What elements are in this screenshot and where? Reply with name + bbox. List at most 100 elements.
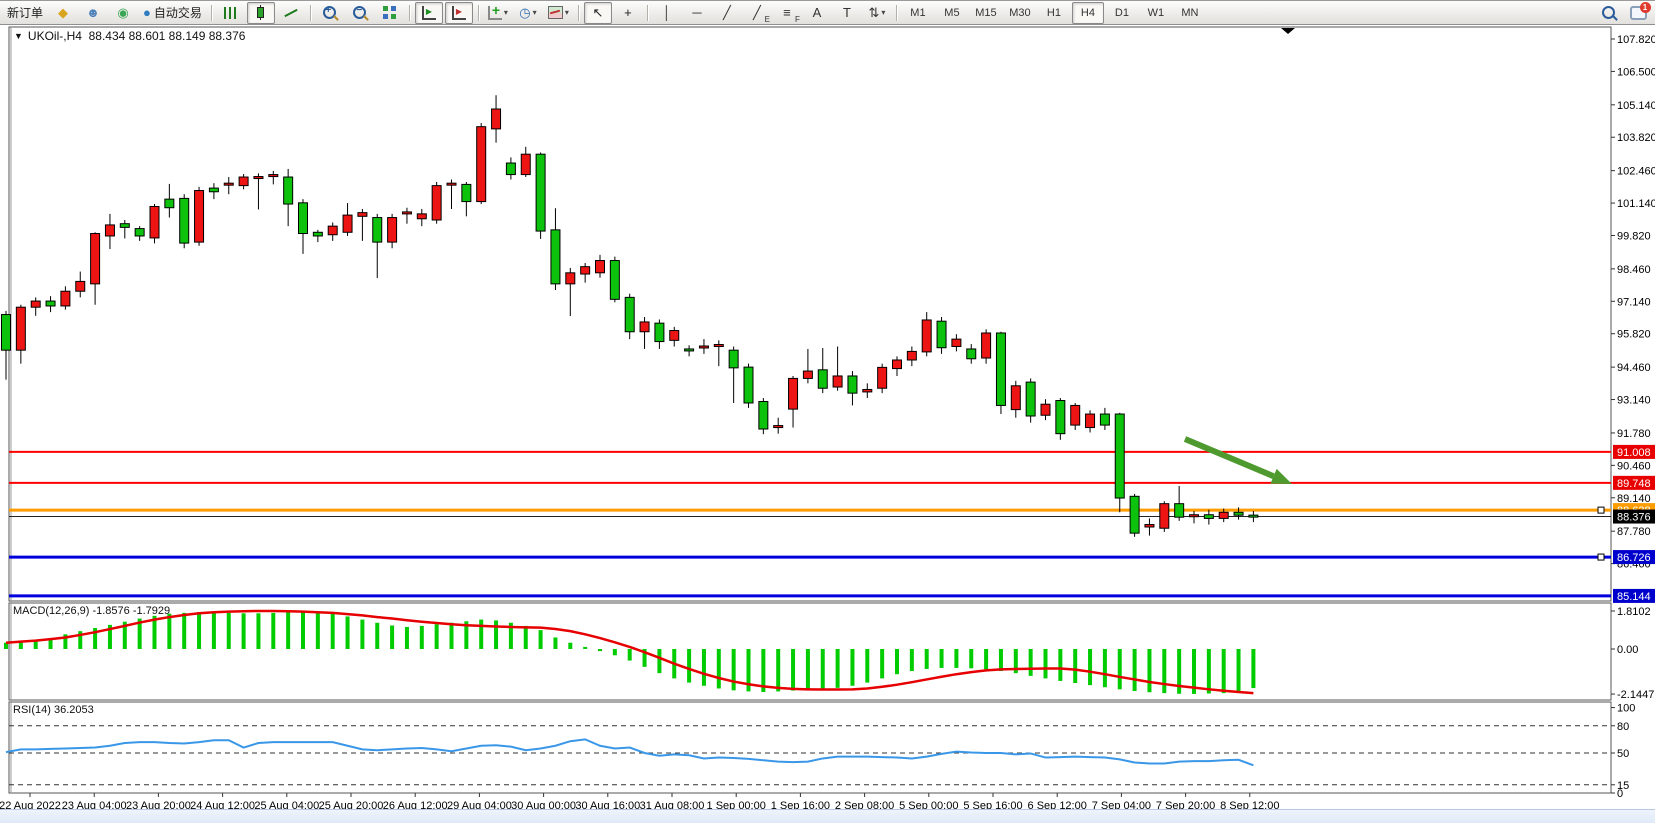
crosshair-icon: + [624,6,632,19]
indicators-button[interactable]: ▾ [484,2,512,24]
zoom-in-icon [323,6,336,19]
price-tick-label: 95.820 [1617,329,1651,341]
candle-body [224,183,233,185]
horizontal-line-button[interactable]: ─ [683,2,711,24]
timeframe-h1-button[interactable]: H1 [1038,2,1070,24]
price-tick-label: 87.780 [1617,526,1651,538]
timeframe-mn-button[interactable]: MN [1174,2,1206,24]
timeframe-m5-button[interactable]: M5 [936,2,968,24]
indicators-icon [488,6,502,20]
timeframe-w1-button[interactable]: W1 [1140,2,1172,24]
dropdown-arrow-icon[interactable]: ▾ [533,8,537,17]
candle-body [774,426,783,428]
candle-body [907,351,916,360]
price-tick-label: 97.140 [1617,296,1651,308]
macd-tick-label: -2.1447 [1617,689,1654,701]
candle-body [432,186,441,220]
crosshair-button[interactable]: + [614,2,642,24]
candle-body [150,206,159,237]
timeframe-m15-button[interactable]: M15 [970,2,1002,24]
toolbar: 新订单◆☻◉●自动交易▾◷▾▾↖+│─╱╱E≡FAT⇅▾M1M5M15M30H1… [0,1,1655,25]
dropdown-arrow-icon[interactable]: ▾ [565,8,569,17]
status-bar [0,809,1655,823]
chart-shift-button[interactable] [445,2,473,24]
trendline-button[interactable]: ╱ [713,2,741,24]
candle-body [1056,401,1065,434]
arrows-button[interactable]: ⇅▾ [863,2,891,24]
candle-body [462,184,471,201]
new-order-button[interactable]: 新订单 [3,2,47,24]
candlestick-chart-button[interactable] [247,2,275,24]
toolbar-separator [478,5,479,21]
templates-icon [548,6,563,19]
line-chart-button[interactable] [277,2,305,24]
timeframe-m30-button[interactable]: M30 [1004,2,1036,24]
history-center-icon[interactable]: ◆ [49,2,77,24]
chat-button[interactable]: 1 [1624,2,1652,24]
dropdown-arrow-icon[interactable]: ▾ [504,8,508,17]
periods-button[interactable]: ◷▾ [514,2,542,24]
chart-canvas[interactable]: 107.820106.500105.140103.820102.460101.1… [0,25,1655,811]
candle-body [16,307,25,350]
candle-body [789,378,798,409]
search-button[interactable] [1594,2,1622,24]
candle-body [1145,525,1154,527]
dropdown-arrow-icon[interactable]: ▾ [881,8,885,17]
zoom-out-button[interactable] [346,2,374,24]
candle-body [492,109,501,129]
rsi-tick-label: 100 [1617,703,1635,715]
candle-body [1130,496,1139,533]
candle-body [952,339,961,346]
text-label-button[interactable]: T [833,2,861,24]
tile-windows-button[interactable] [376,2,404,24]
zoom-out-icon [353,6,366,19]
cursor-icon: ↖ [592,6,603,19]
price-tick-label: 98.460 [1617,264,1651,276]
fibonacci-button[interactable]: ≡F [773,2,801,24]
autotrading-button[interactable]: ●自动交易 [139,2,206,24]
bars-chart-button[interactable] [217,2,245,24]
templates-button[interactable]: ▾ [544,2,573,24]
chart-window[interactable]: 107.820106.500105.140103.820102.460101.1… [0,25,1655,811]
toolbar-separator [578,5,579,21]
candle-body [1086,414,1095,428]
zoom-in-button[interactable] [316,2,344,24]
candle-body [1160,504,1169,529]
timeframe-h4-button[interactable]: H4 [1072,2,1104,24]
macd-tick-label: 0.00 [1617,644,1638,656]
candle-body [373,218,382,243]
candle-body [506,163,515,175]
candlestick-chart-icon [257,7,264,18]
candle-body [729,350,738,368]
cursor-button[interactable]: ↖ [584,2,612,24]
price-badge-label: 89.748 [1617,478,1651,490]
macd-tick-label: 1.8102 [1617,606,1651,618]
candle-body [1026,382,1035,416]
signal-icon-icon: ◉ [117,6,128,19]
candle-body [46,301,55,306]
price-badge-label: 91.008 [1617,447,1651,459]
candle-body [447,183,456,185]
signal-icon[interactable]: ◉ [109,2,137,24]
candle-body [1100,414,1109,425]
text-button[interactable]: A [803,2,831,24]
toolbar-separator [647,5,648,21]
line-handle[interactable] [1598,507,1604,513]
profile-icon[interactable]: ☻ [79,2,107,24]
profile-icon-icon: ☻ [86,6,100,19]
candle-body [1234,512,1243,515]
search-icon [1602,6,1615,19]
candle-body [284,177,293,204]
candle-body [269,175,278,177]
vertical-line-button[interactable]: │ [653,2,681,24]
auto-scroll-button[interactable] [415,2,443,24]
panel-macd [9,603,1611,700]
rsi-tick-label: 80 [1617,721,1629,733]
line-handle[interactable] [1598,554,1604,560]
candle-body [982,333,991,358]
candle-body [596,261,605,273]
timeframe-m1-button[interactable]: M1 [902,2,934,24]
equidistant-channel-button[interactable]: ╱E [743,2,771,24]
timeframe-d1-button[interactable]: D1 [1106,2,1138,24]
candle-body [299,203,308,234]
